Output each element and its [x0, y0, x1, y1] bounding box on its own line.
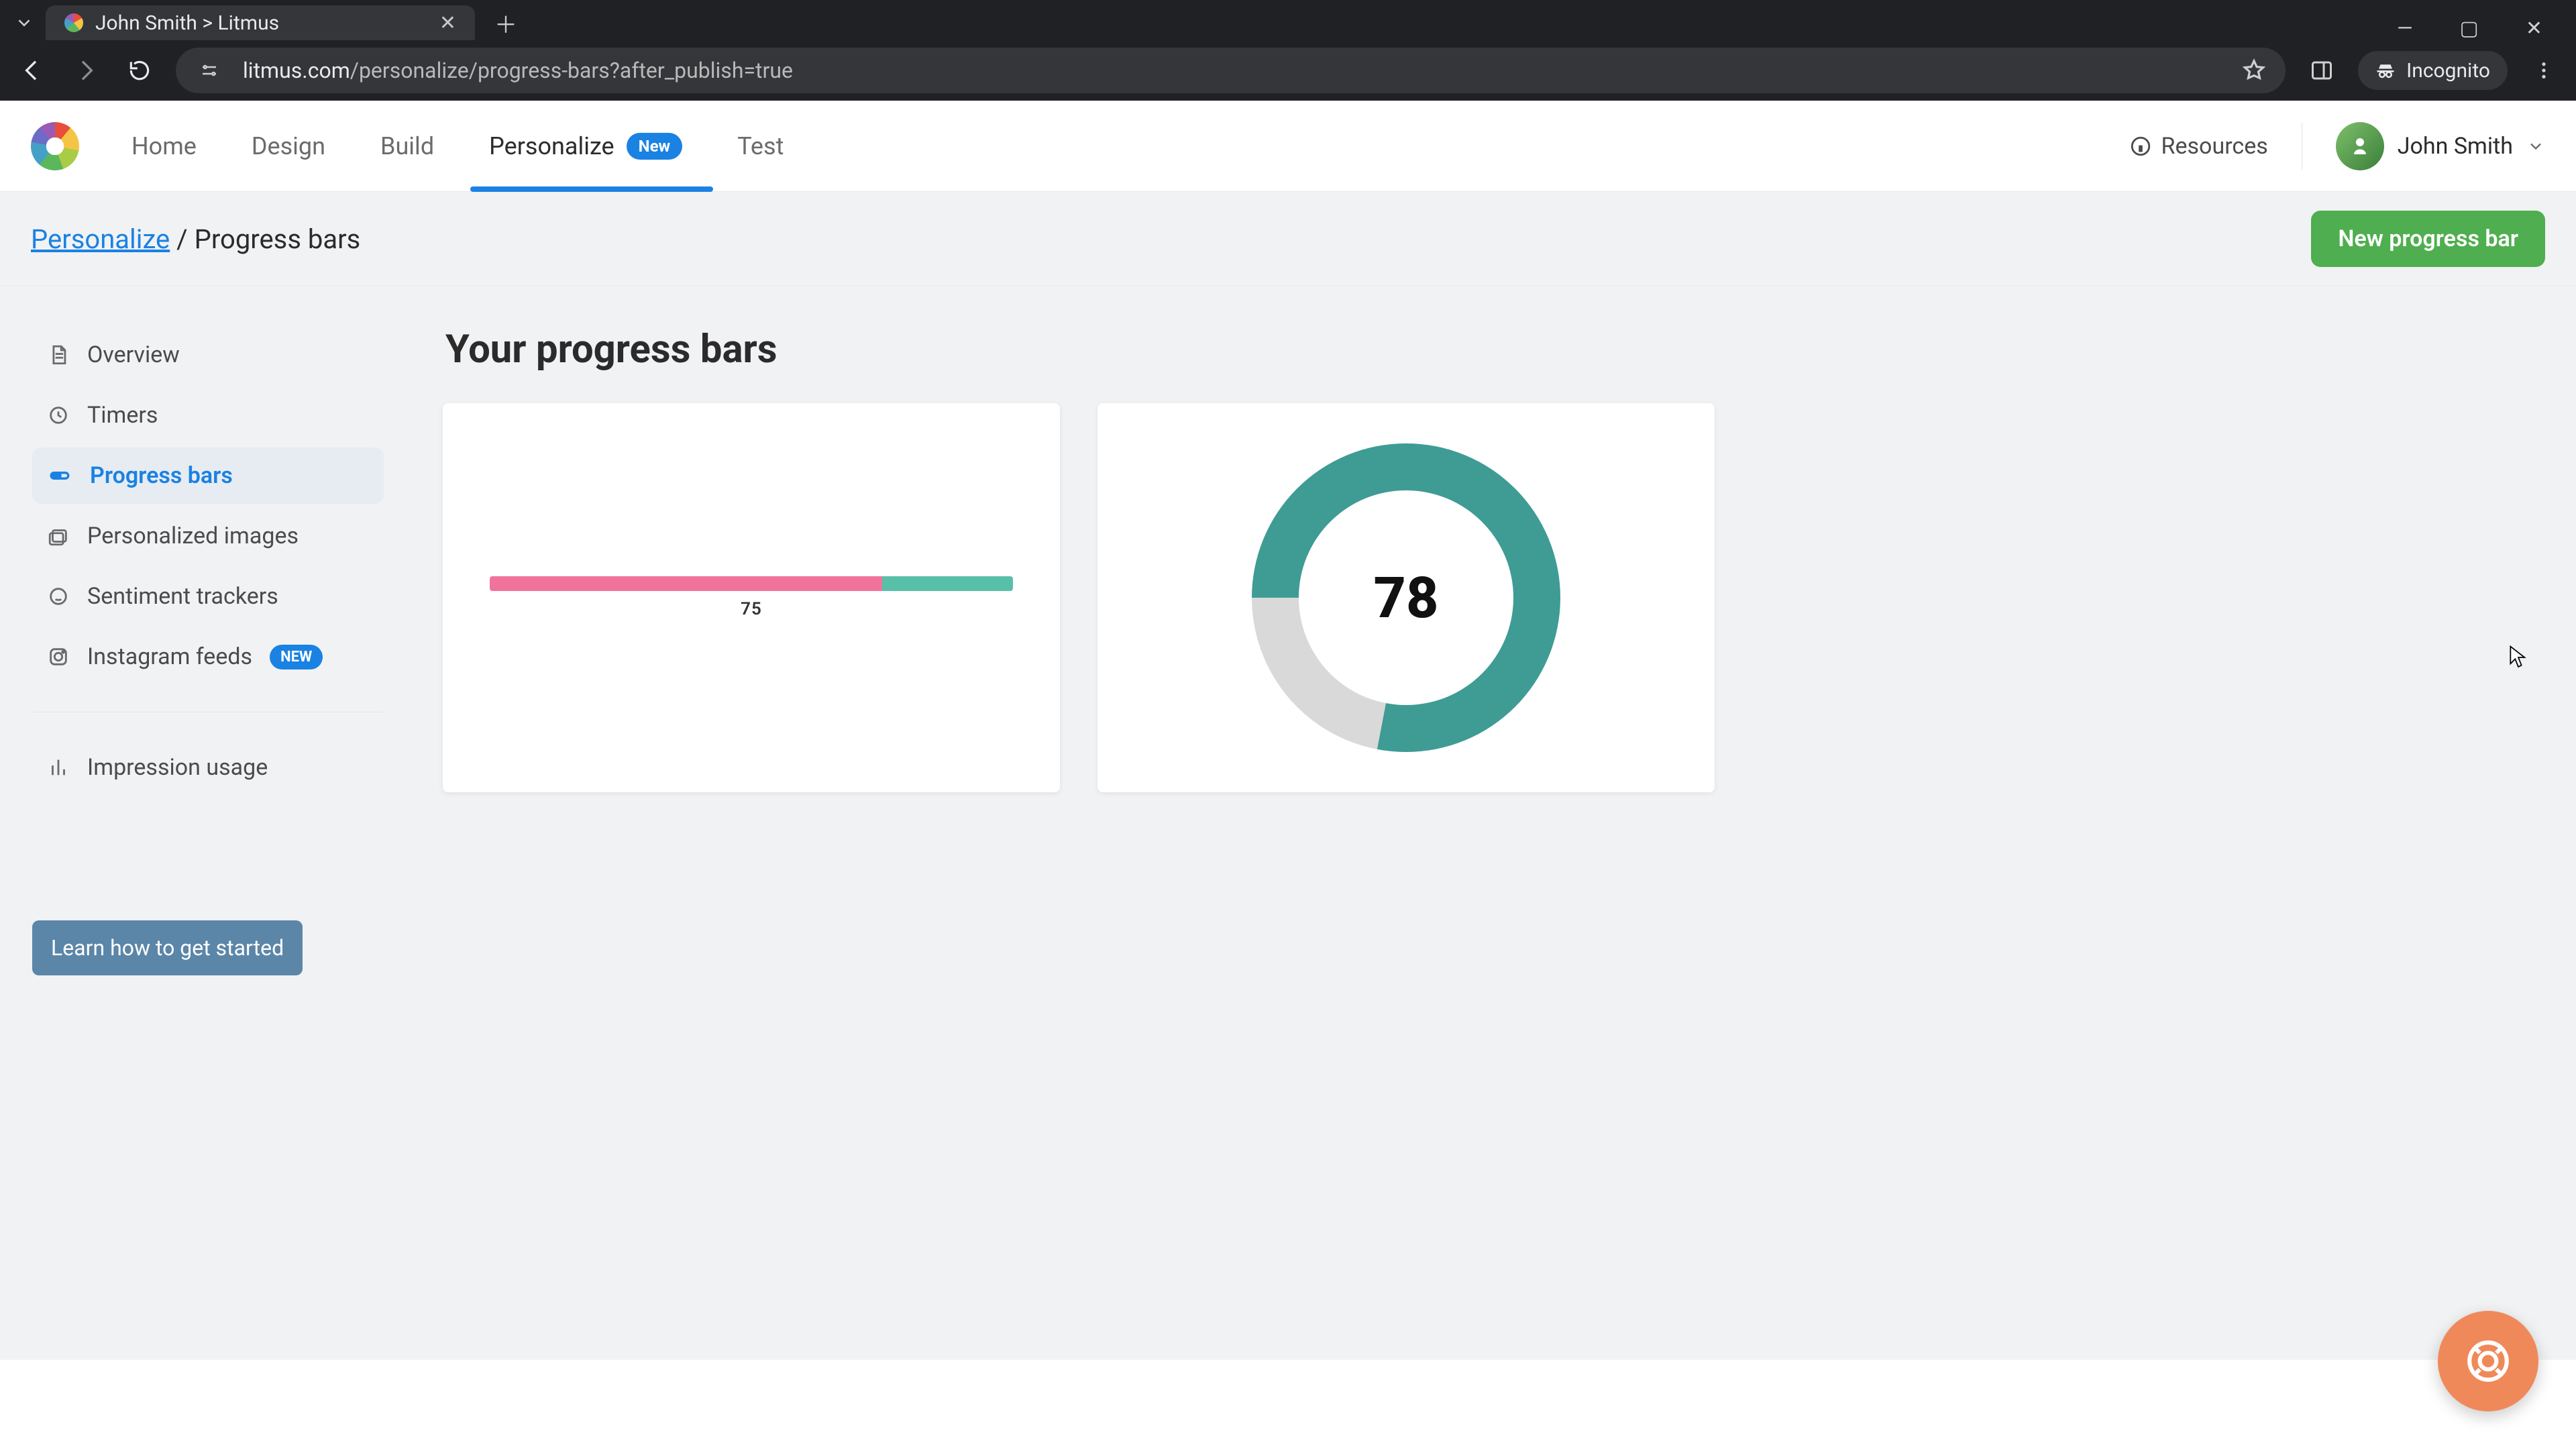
incognito-label: Incognito: [2406, 59, 2490, 83]
radial-progress: 78: [1252, 443, 1560, 752]
linear-progress-bar: [490, 576, 1013, 591]
nav-build[interactable]: Build: [376, 101, 438, 191]
user-name: John Smith: [2398, 133, 2513, 160]
smile-icon: [47, 585, 70, 608]
sidebar-item-label: Sentiment trackers: [87, 583, 278, 610]
main: Overview Timers Progress bars Personaliz…: [0, 286, 2576, 1360]
breadcrumb-root[interactable]: Personalize: [31, 223, 170, 255]
bookmark-icon[interactable]: [2241, 58, 2267, 83]
nav-personalize-label: Personalize: [489, 132, 614, 160]
nav-build-label: Build: [380, 132, 434, 160]
card-grid: 75 78: [443, 403, 2522, 792]
clock-icon: [47, 404, 70, 427]
resources-label: Resources: [2161, 133, 2268, 160]
site-settings-icon[interactable]: [195, 56, 224, 85]
breadcrumb-sep: /: [170, 223, 194, 255]
nav-test[interactable]: Test: [733, 101, 788, 191]
linear-progress-value: 75: [490, 599, 1013, 619]
sidebar-item-label: Impression usage: [87, 754, 268, 781]
page-title: Your progress bars: [445, 327, 2522, 372]
breadcrumb: Personalize / Progress bars: [31, 223, 360, 255]
nav-personalize-badge: New: [627, 133, 683, 160]
primary-nav: Home Design Build Personalize New Test: [127, 101, 788, 191]
user-menu[interactable]: John Smith: [2336, 122, 2545, 170]
sidebar-item-timers[interactable]: Timers: [32, 387, 384, 443]
browser-tab[interactable]: John Smith > Litmus ✕: [46, 5, 475, 40]
help-fab[interactable]: [2438, 1311, 2538, 1411]
sidebar: Overview Timers Progress bars Personaliz…: [0, 311, 416, 1360]
window-controls: ― ▢ ✕: [2397, 17, 2569, 40]
nav-back-button[interactable]: [15, 53, 50, 88]
topbar: Home Design Build Personalize New Test R…: [0, 101, 2576, 192]
new-badge: NEW: [270, 645, 323, 669]
linear-bar-wrap: 75: [490, 576, 1013, 619]
sidebar-item-instagram[interactable]: Instagram feeds NEW: [32, 629, 384, 685]
address-pill[interactable]: litmus.com/personalize/progress-bars?aft…: [176, 48, 2286, 93]
progress-bar-card-linear[interactable]: 75: [443, 403, 1060, 792]
url-path: /personalize/progress-bars?after_publish…: [350, 58, 793, 83]
chevron-down-icon: [2526, 137, 2545, 156]
incognito-chip[interactable]: Incognito: [2358, 51, 2508, 90]
address-bar: litmus.com/personalize/progress-bars?aft…: [0, 40, 2576, 101]
image-stack-icon: [47, 525, 70, 547]
info-icon: [2129, 135, 2152, 158]
nav-design-label: Design: [252, 132, 325, 160]
tab-strip: John Smith > Litmus ✕ ＋ ― ▢ ✕: [0, 0, 2576, 40]
nav-home[interactable]: Home: [127, 101, 201, 191]
breadcrumb-leaf: Progress bars: [195, 223, 361, 255]
sidebar-item-label: Personalized images: [87, 523, 299, 549]
nav-test-label: Test: [737, 132, 784, 160]
window-maximize-icon[interactable]: ▢: [2460, 17, 2479, 40]
sidebar-item-label: Timers: [87, 402, 158, 429]
new-tab-button[interactable]: ＋: [488, 5, 523, 40]
app-logo[interactable]: [31, 122, 79, 170]
sidebar-item-overview[interactable]: Overview: [32, 327, 384, 383]
tab-title: John Smith > Litmus: [95, 11, 279, 35]
resources-link[interactable]: Resources: [2129, 133, 2268, 160]
browser-chrome: John Smith > Litmus ✕ ＋ ― ▢ ✕ litmus.com…: [0, 0, 2576, 101]
tab-close-icon[interactable]: ✕: [439, 11, 456, 35]
sidebar-item-label: Overview: [87, 341, 180, 368]
url-host: litmus.com: [243, 58, 350, 83]
sidebar-item-label: Instagram feeds: [87, 643, 252, 670]
content: Your progress bars 75 78: [416, 311, 2576, 1360]
instagram-icon: [47, 645, 70, 668]
sidebar-item-impression-usage[interactable]: Impression usage: [32, 739, 384, 796]
document-icon: [47, 343, 70, 366]
sidebar-item-label: Progress bars: [90, 462, 233, 489]
progress-bar-card-radial[interactable]: 78: [1097, 403, 1715, 792]
nav-home-label: Home: [131, 132, 197, 160]
mouse-cursor: [2509, 644, 2528, 671]
subheader: Personalize / Progress bars New progress…: [0, 192, 2576, 286]
radial-progress-value: 78: [1374, 565, 1439, 631]
window-close-icon[interactable]: ✕: [2526, 17, 2542, 40]
panel-toggle-icon[interactable]: [2304, 53, 2339, 88]
browser-menu-icon[interactable]: [2526, 53, 2561, 88]
lifebuoy-icon: [2463, 1336, 2513, 1386]
learn-button[interactable]: Learn how to get started: [32, 920, 303, 975]
sidebar-item-progress-bars[interactable]: Progress bars: [32, 447, 384, 504]
tab-favicon: [64, 13, 83, 32]
nav-forward-button[interactable]: [68, 53, 103, 88]
sidebar-item-sentiment[interactable]: Sentiment trackers: [32, 568, 384, 625]
avatar: [2336, 122, 2384, 170]
nav-personalize[interactable]: Personalize New: [485, 101, 686, 191]
sidebar-item-personalized-images[interactable]: Personalized images: [32, 508, 384, 564]
app-root: Home Design Build Personalize New Test R…: [0, 101, 2576, 1360]
window-minimize-icon[interactable]: ―: [2397, 17, 2412, 40]
progress-icon: [47, 464, 72, 487]
bar-chart-icon: [47, 756, 70, 779]
nav-reload-button[interactable]: [122, 53, 157, 88]
tabs-dropdown-button[interactable]: [7, 5, 42, 40]
new-progress-bar-button[interactable]: New progress bar: [2311, 211, 2545, 267]
nav-design[interactable]: Design: [248, 101, 329, 191]
address-url: litmus.com/personalize/progress-bars?aft…: [243, 58, 793, 83]
